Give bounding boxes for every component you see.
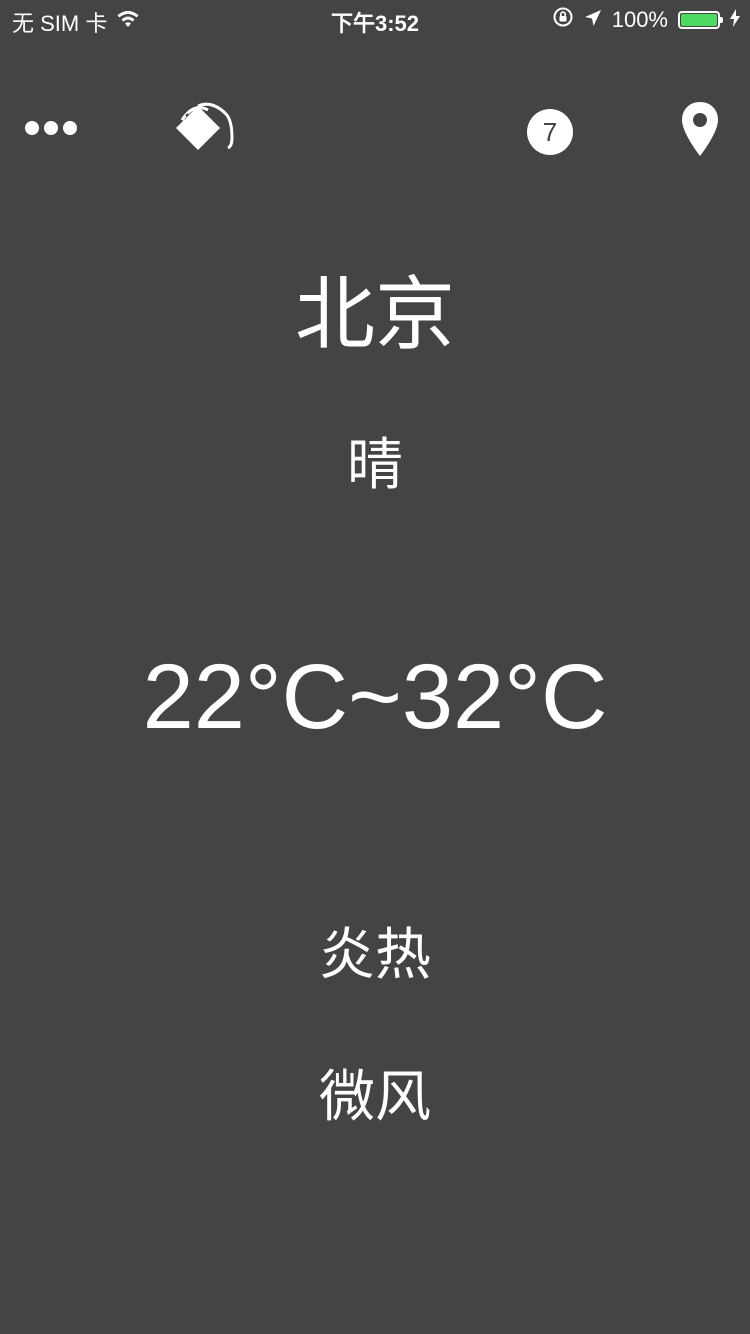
temperature-range: 22°C~32°C bbox=[142, 646, 608, 748]
feeling-label: 炎热 bbox=[319, 923, 431, 986]
paint-bucket-icon bbox=[168, 98, 234, 161]
battery-icon bbox=[678, 11, 723, 29]
forecast-days-badge: 7 bbox=[527, 109, 573, 155]
status-right: 100% bbox=[552, 6, 740, 34]
theme-color-button[interactable] bbox=[165, 98, 237, 160]
battery-fill bbox=[681, 14, 717, 26]
wind-label: 微风 bbox=[319, 1065, 431, 1128]
location-pin-icon bbox=[680, 100, 720, 163]
location-button[interactable] bbox=[672, 98, 728, 164]
weather-condition: 晴 bbox=[347, 433, 403, 496]
charging-bolt-icon bbox=[730, 7, 740, 33]
location-arrow-icon bbox=[584, 7, 602, 33]
more-options-button[interactable] bbox=[18, 108, 84, 152]
status-bar: 无 SIM 卡 下午3:52 100% bbox=[0, 0, 750, 40]
city-name: 北京 bbox=[295, 270, 455, 359]
battery-percent: 100% bbox=[611, 7, 668, 32]
weather-screen: 无 SIM 卡 下午3:52 100% 7 北京 晴 22°C~32°C 炎热 … bbox=[0, 0, 750, 1334]
more-dots-icon bbox=[24, 119, 78, 142]
forecast-days-button[interactable]: 7 bbox=[522, 106, 578, 158]
rotation-lock-icon bbox=[552, 6, 574, 34]
